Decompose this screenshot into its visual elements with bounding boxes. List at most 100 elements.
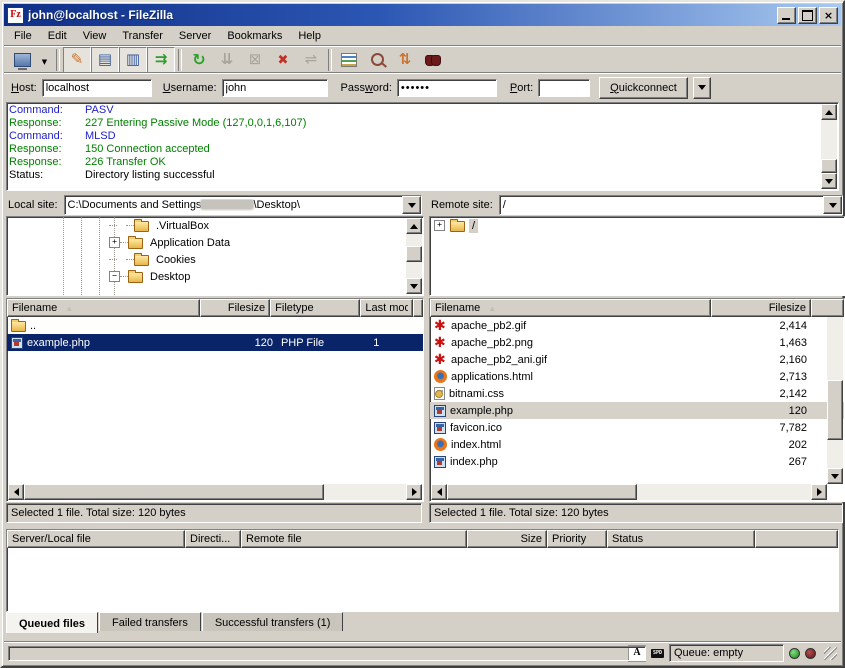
file-row[interactable]: applications.html2,713 xyxy=(430,368,844,385)
scroll-right-button[interactable] xyxy=(811,484,827,500)
quickconnect-dropdown[interactable] xyxy=(693,77,711,99)
tree-item-desktop[interactable]: −Desktop xyxy=(7,268,423,285)
maximize-button[interactable] xyxy=(798,7,817,24)
tree-expander[interactable]: + xyxy=(434,220,445,231)
port-input[interactable] xyxy=(538,79,590,97)
scroll-down-button[interactable] xyxy=(406,278,422,294)
menu-help[interactable]: Help xyxy=(290,28,329,44)
tree-item-cookies[interactable]: Cookies xyxy=(7,251,423,268)
remote-site-bar: Remote site: / xyxy=(429,195,843,215)
horizontal-scrollbar[interactable] xyxy=(431,484,827,500)
process-queue-icon xyxy=(221,52,234,67)
message-log-lines: Command:PASVResponse:227 Entering Passiv… xyxy=(9,104,820,189)
toggle-transfer-queue-button[interactable] xyxy=(147,47,175,73)
scroll-down-button[interactable] xyxy=(827,468,843,484)
scroll-thumb[interactable] xyxy=(827,380,843,440)
scroll-up-button[interactable] xyxy=(821,104,837,120)
remote-site-dropdown[interactable] xyxy=(823,196,842,214)
scroll-thumb[interactable] xyxy=(406,246,422,262)
file-row[interactable]: bitnami.css2,142 xyxy=(430,385,844,402)
resize-grip[interactable] xyxy=(824,647,837,660)
vertical-scrollbar[interactable] xyxy=(827,300,843,484)
file-row[interactable]: apache_pb2.gif2,414 xyxy=(430,317,844,334)
local-tree-scrollbar[interactable] xyxy=(406,218,422,294)
horizontal-scrollbar[interactable] xyxy=(8,484,422,500)
menu-file[interactable]: File xyxy=(6,28,40,44)
queue-column-server-local-file[interactable]: Server/Local file xyxy=(7,530,185,548)
file-row[interactable]: index.html202 xyxy=(430,436,844,453)
queue-column-directi-[interactable]: Directi... xyxy=(185,530,241,548)
toggle-local-tree-button[interactable] xyxy=(91,47,119,73)
file-row[interactable]: .. xyxy=(7,317,423,334)
toggle-message-log-button[interactable] xyxy=(63,47,91,73)
scroll-thumb[interactable] xyxy=(821,159,837,173)
queue-column-remote-file[interactable]: Remote file xyxy=(241,530,467,548)
quickconnect-button[interactable]: Quickconnect xyxy=(599,77,688,99)
scroll-left-button[interactable] xyxy=(8,484,24,500)
tree-item--virtualbox[interactable]: .VirtualBox xyxy=(7,217,423,234)
file-row[interactable]: apache_pb2_ani.gif2,160 xyxy=(430,351,844,368)
password-input[interactable] xyxy=(397,79,497,97)
open-site-manager-button[interactable] xyxy=(8,47,36,73)
local-tree-icon xyxy=(98,52,112,67)
queue-column-priority[interactable]: Priority xyxy=(547,530,607,548)
disconnect-button[interactable] xyxy=(269,47,297,73)
compare-directories-button[interactable] xyxy=(363,47,391,73)
menu-bookmarks[interactable]: Bookmarks xyxy=(219,28,290,44)
column-header-filesize[interactable]: Filesize xyxy=(200,299,271,317)
menu-transfer[interactable]: Transfer xyxy=(114,28,171,44)
scroll-left-button[interactable] xyxy=(431,484,447,500)
synchronized-browsing-button[interactable] xyxy=(391,47,419,73)
scroll-thumb[interactable] xyxy=(447,484,637,500)
refresh-button[interactable] xyxy=(185,47,213,73)
tree-expander[interactable]: + xyxy=(109,237,120,248)
directory-listing-filters-button[interactable] xyxy=(335,47,363,73)
column-header-last-modified[interactable]: Last modified xyxy=(360,299,413,317)
column-header-filler xyxy=(413,299,423,317)
scroll-down-button[interactable] xyxy=(821,173,837,189)
tab-successful-transfers-1-[interactable]: Successful transfers (1) xyxy=(202,612,344,631)
scroll-thumb[interactable] xyxy=(24,484,324,500)
tree-item-root[interactable]: +/ xyxy=(430,217,844,234)
message-log-scrollbar[interactable] xyxy=(821,104,837,189)
scroll-up-button[interactable] xyxy=(406,218,422,234)
queue-column-size[interactable]: Size xyxy=(467,530,547,548)
reconnect-icon xyxy=(305,52,318,67)
speed-limits-icon[interactable]: SPD xyxy=(651,649,664,658)
menu-view[interactable]: View xyxy=(75,28,115,44)
column-header-filesize[interactable]: Filesize xyxy=(711,299,811,317)
tree-item-application-data[interactable]: + Application Data xyxy=(7,234,423,251)
file-cell xyxy=(205,317,277,334)
local-site-dropdown[interactable] xyxy=(402,196,421,214)
remote-site-combo[interactable]: / xyxy=(499,195,843,215)
file-row[interactable]: favicon.ico7,782 xyxy=(430,419,844,436)
host-input[interactable] xyxy=(42,79,152,97)
menu-edit[interactable]: Edit xyxy=(40,28,75,44)
username-input[interactable] xyxy=(222,79,328,97)
site-manager-dropdown[interactable] xyxy=(36,47,53,73)
toggle-remote-tree-button[interactable] xyxy=(119,47,147,73)
file-cell: apache_pb2.gif xyxy=(430,317,711,334)
file-cell: PHP File xyxy=(277,334,369,351)
minimize-button[interactable] xyxy=(777,7,796,24)
tree-expander[interactable]: − xyxy=(109,271,120,282)
scroll-right-button[interactable] xyxy=(406,484,422,500)
file-row[interactable]: index.php267 xyxy=(430,453,844,470)
queue-header: Server/Local fileDirecti...Remote fileSi… xyxy=(7,530,838,548)
column-header-filename[interactable]: Filename▲ xyxy=(7,299,200,317)
find-files-button[interactable] xyxy=(419,47,447,73)
file-cell xyxy=(277,317,369,334)
local-site-combo[interactable]: C:\Documents and Settings\Desktop\ xyxy=(64,195,422,215)
column-header-filetype[interactable]: Filetype xyxy=(270,299,360,317)
file-row[interactable]: example.php120PHP File1 xyxy=(7,334,423,351)
close-button[interactable]: × xyxy=(819,7,838,24)
menu-server[interactable]: Server xyxy=(171,28,219,44)
tree-item-label: Application Data xyxy=(147,236,233,250)
file-row[interactable]: apache_pb2.png1,463 xyxy=(430,334,844,351)
column-header-filename[interactable]: Filename▲ xyxy=(430,299,711,317)
local-file-list: Filename▲FilesizeFiletypeLast modified..… xyxy=(6,298,424,502)
tab-failed-transfers[interactable]: Failed transfers xyxy=(99,612,201,631)
file-row[interactable]: example.php120 xyxy=(430,402,844,419)
tab-queued-files[interactable]: Queued files xyxy=(6,612,98,633)
queue-column-status[interactable]: Status xyxy=(607,530,755,548)
